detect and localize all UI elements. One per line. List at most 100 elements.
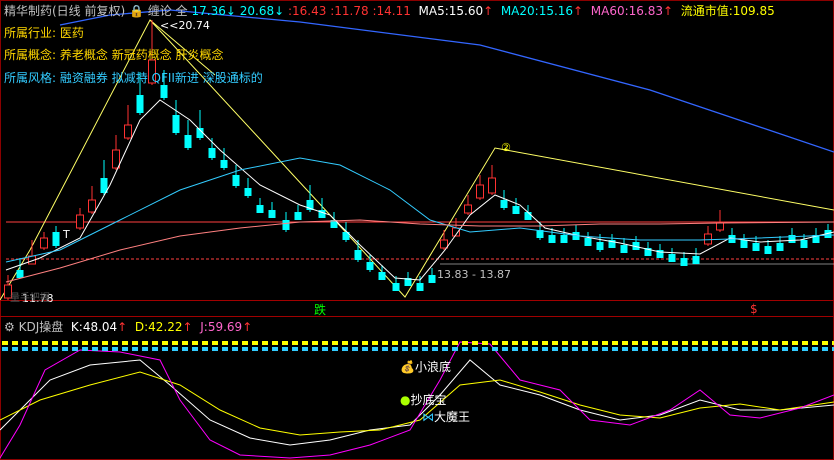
dash-cyan (672, 347, 678, 351)
candle-body-down (584, 238, 592, 246)
dash-yellow (302, 341, 308, 345)
pivot-marker: ② (501, 141, 511, 154)
candle-body-down (752, 243, 760, 251)
dash-yellow (522, 341, 528, 345)
range-label[interactable]: 全 (176, 4, 188, 18)
mode-label[interactable]: 缠论 (148, 4, 172, 18)
dash-cyan (232, 347, 238, 351)
dash-yellow (692, 341, 698, 345)
dash-yellow (142, 341, 148, 345)
dash-yellow (82, 341, 88, 345)
dash-cyan (372, 347, 378, 351)
dash-cyan (442, 347, 448, 351)
dash-cyan (22, 347, 28, 351)
dash-yellow (232, 341, 238, 345)
dash-yellow (382, 341, 388, 345)
dash-cyan (472, 347, 478, 351)
dash-yellow (622, 341, 628, 345)
dash-yellow (792, 341, 798, 345)
d-label: D: (134, 320, 149, 334)
dash-yellow (152, 341, 158, 345)
dash-cyan (792, 347, 798, 351)
cap-value: 109.85 (732, 4, 775, 18)
dash-cyan (272, 347, 278, 351)
settings-icon[interactable]: ⚙ (4, 320, 15, 334)
ma20-label: MA20: (500, 4, 539, 18)
dash-cyan (312, 347, 318, 351)
price-close: 11.78 (334, 4, 369, 18)
dash-cyan (452, 347, 458, 351)
dash-cyan (782, 347, 788, 351)
dash-cyan (202, 347, 208, 351)
style-value[interactable]: 融资融券 拟减持 QFII新进 深股通标的 (60, 71, 263, 85)
dash-cyan (692, 347, 698, 351)
candle-body-down (366, 262, 374, 270)
candle-body-down (16, 270, 24, 278)
dash-yellow (202, 341, 208, 345)
dash-cyan (2, 347, 8, 351)
candle-body-down (244, 188, 252, 196)
dash-yellow (102, 341, 108, 345)
candle-body-down (52, 232, 60, 246)
dash-cyan (32, 347, 38, 351)
dash-yellow (2, 341, 8, 345)
dash-yellow (822, 341, 828, 345)
dash-yellow (12, 341, 18, 345)
up-arrow-icon: ↑ (182, 320, 193, 334)
kdj-dash-bars (2, 341, 834, 351)
dash-cyan (182, 347, 188, 351)
dash-cyan (822, 347, 828, 351)
dash-cyan (682, 347, 688, 351)
dash-yellow (802, 341, 808, 345)
cap-label: 流通市值: (680, 4, 733, 18)
dash-cyan (292, 347, 298, 351)
dash-yellow (462, 341, 468, 345)
candle-body-down (160, 85, 168, 98)
candle-body-down (136, 95, 144, 113)
dash-cyan (422, 347, 428, 351)
dash-cyan (72, 347, 78, 351)
style-label: 所属风格: (4, 71, 57, 85)
dash-cyan (712, 347, 718, 351)
signal-small-wave: 💰小浪底 (400, 360, 451, 374)
dash-yellow (582, 341, 588, 345)
dash-cyan (492, 347, 498, 351)
concept-label: 所属概念: (4, 48, 57, 62)
candle-body-down (776, 243, 784, 251)
signal-king: ⋈大魔王 (422, 410, 471, 424)
dash-cyan (772, 347, 778, 351)
dash-cyan (382, 347, 388, 351)
dash-cyan (112, 347, 118, 351)
dash-cyan (572, 347, 578, 351)
dash-cyan (752, 347, 758, 351)
dash-yellow (452, 341, 458, 345)
dash-cyan (242, 347, 248, 351)
industry-value[interactable]: 医药 (60, 26, 84, 40)
candle-body-down (524, 212, 532, 220)
dash-cyan (222, 347, 228, 351)
dash-yellow (682, 341, 688, 345)
candle-body-up (440, 239, 448, 249)
kdj-name[interactable]: KDJ操盘 (19, 320, 64, 334)
candle-body-up (124, 124, 132, 139)
candle-body-down (548, 235, 556, 243)
lock-icon[interactable]: 🔒 (129, 4, 144, 18)
industry-label: 所属行业: (4, 26, 57, 40)
candle-body-up (88, 199, 96, 213)
price-high: 20.68 (239, 4, 275, 18)
dash-cyan (362, 347, 368, 351)
dash-cyan (52, 347, 58, 351)
candle-body-down (740, 240, 748, 248)
dash-cyan (342, 347, 348, 351)
dash-cyan (482, 347, 488, 351)
dash-yellow (322, 341, 328, 345)
candle-body-up (40, 237, 48, 249)
ma20-line (5, 157, 834, 263)
dash-yellow (592, 341, 598, 345)
stock-title[interactable]: 精华制药(日线 前复权) (4, 4, 125, 18)
chart-header: 精华制药(日线 前复权) 🔒 缠论 全 17.36↓ 20.68↓ :16.43… (4, 4, 775, 18)
dash-yellow (562, 341, 568, 345)
candle-body-up (464, 204, 472, 214)
concept-value[interactable]: 养老概念 新冠药概念 肝炎概念 (60, 48, 224, 62)
dash-yellow (62, 341, 68, 345)
